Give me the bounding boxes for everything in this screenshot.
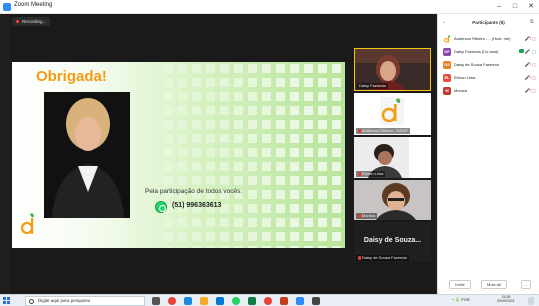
slide-thanks-text: Pela participação de todos vocês.	[145, 188, 243, 195]
task-view-icon[interactable]	[152, 297, 160, 305]
invite-button[interactable]: Invite	[449, 280, 471, 289]
more-options-button[interactable]: ...	[521, 280, 531, 289]
search-placeholder: Digite aqui para pesquisar	[38, 298, 91, 303]
zoom-app-icon	[3, 3, 11, 11]
participant-status-icons: 🎤 ▢	[518, 49, 536, 55]
popout-icon[interactable]: ⧉	[530, 19, 534, 25]
clock-date: 09/09/2021	[497, 299, 515, 303]
mic-muted-icon	[358, 129, 361, 133]
whatsapp-icon	[155, 201, 167, 213]
tile-name-label: Daisy de Souza Fazenda	[356, 255, 409, 261]
participant-avatar: DS	[443, 61, 451, 69]
maximize-button[interactable]: □	[508, 1, 522, 12]
mic-muted-icon	[358, 172, 361, 176]
windows-start-icon[interactable]	[3, 297, 10, 304]
recording-indicator[interactable]: Recording...	[12, 17, 51, 26]
slide-title: Obrigada!	[36, 68, 107, 85]
whatsapp-taskbar-icon[interactable]	[232, 297, 240, 305]
participant-row[interactable]: DS Daisy de Souza Fazenda 🎤̸ ▢	[443, 60, 538, 70]
video-tile-anderson[interactable]: Anderson Ribeiro - DSOP	[354, 93, 431, 135]
notifications-icon[interactable]	[528, 297, 534, 305]
excel-icon[interactable]	[248, 297, 256, 305]
tile-name-label: Monica	[356, 213, 377, 219]
participant-status-icons: 🎤̸ ▢	[524, 88, 536, 93]
powerpoint-icon[interactable]	[280, 297, 288, 305]
participant-name: Daisy de Souza Fazenda	[454, 62, 499, 67]
file-explorer-icon[interactable]	[200, 297, 208, 305]
participant-status-icons: 🎤̸ ▢	[524, 75, 536, 80]
participants-panel: ⌄ Participants (5) ⧉ Anderson Ribeiro -.…	[437, 14, 539, 294]
participant-row[interactable]: EL Ebiron Lima 🎤̸ ▢	[443, 73, 538, 83]
tile-name-text: Anderson Ribeiro - DSOP	[362, 128, 408, 133]
tile-display-name: Daisy de Souza...	[363, 237, 422, 244]
windows-taskbar: Digite aqui para pesquisar ^ 🔋 POR 15:26…	[0, 294, 539, 306]
video-tile-ebiron[interactable]: Ebiron Lima	[354, 137, 431, 178]
mute-all-button[interactable]: Mute All	[481, 280, 507, 289]
participant-avatar: M	[443, 87, 451, 95]
window-titlebar: Zoom Meeting – □ ✕	[0, 0, 539, 14]
mic-muted-icon	[358, 256, 361, 260]
shared-screen-slide: Obrigada! Pela participação de todos voc…	[12, 62, 345, 248]
mic-muted-icon	[358, 214, 361, 218]
participant-avatar: DF	[443, 48, 451, 56]
participant-row[interactable]: M Monica 🎤̸ ▢	[443, 86, 538, 96]
edge-icon[interactable]	[184, 297, 192, 305]
dot-pattern-decoration	[164, 64, 341, 248]
tile-name-text: Monica	[362, 213, 375, 218]
minimize-button[interactable]: –	[492, 1, 506, 12]
participants-title: Participants (5)	[472, 20, 505, 25]
window-title: Zoom Meeting	[14, 2, 53, 8]
participant-avatar: EL	[443, 74, 451, 82]
system-tray[interactable]: ^ 🔋 POR	[452, 297, 470, 302]
recording-label: Recording...	[22, 19, 47, 24]
taskbar-search-input[interactable]: Digite aqui para pesquisar	[25, 296, 145, 306]
chrome-window-icon[interactable]	[264, 297, 272, 305]
participant-name: Monica	[454, 88, 467, 93]
recording-dot-icon	[16, 20, 19, 23]
participant-row[interactable]: DF Daisy Fazenda (Co-host) 🎤 ▢	[443, 47, 538, 57]
participant-status-icons: 🎤̸ ▢	[524, 62, 536, 67]
participant-name: Daisy Fazenda (Co-host)	[454, 49, 499, 54]
tile-name-label: Daisy Fazenda	[357, 83, 388, 89]
video-tile-daisy-fazenda[interactable]: Daisy Fazenda	[354, 48, 431, 91]
presenter-photo	[44, 92, 130, 218]
taskbar-clock[interactable]: 15:26 09/09/2021	[492, 295, 520, 303]
participant-name: Ebiron Lima	[454, 75, 476, 80]
store-icon[interactable]	[216, 297, 224, 305]
search-icon	[29, 299, 34, 304]
participant-avatar-logo-icon	[443, 35, 451, 43]
chrome-icon[interactable]	[168, 297, 176, 305]
video-on-icon	[518, 49, 524, 53]
dsop-logo-icon	[21, 213, 34, 235]
app-taskbar-icon[interactable]	[312, 297, 320, 305]
participant-name: Anderson Ribeiro -... (Host, me)	[454, 36, 511, 41]
video-tile-daisy-de-souza[interactable]: Daisy de Souza... Daisy de Souza Fazenda	[354, 222, 431, 262]
tile-name-text: Ebiron Lima	[362, 171, 384, 176]
tile-name-text: Daisy de Souza Fazenda	[362, 255, 407, 260]
zoom-taskbar-icon[interactable]	[296, 297, 304, 305]
participant-row[interactable]: Anderson Ribeiro -... (Host, me) 🎤̸ ▢	[443, 34, 538, 44]
tile-name-label: Anderson Ribeiro - DSOP	[356, 128, 410, 134]
slide-phone-number: (51) 996363613	[172, 202, 222, 209]
video-tile-monica[interactable]: Monica	[354, 180, 431, 220]
tile-name-label: Ebiron Lima	[356, 171, 386, 177]
close-button[interactable]: ✕	[524, 1, 538, 12]
participant-status-icons: 🎤̸ ▢	[524, 36, 536, 41]
